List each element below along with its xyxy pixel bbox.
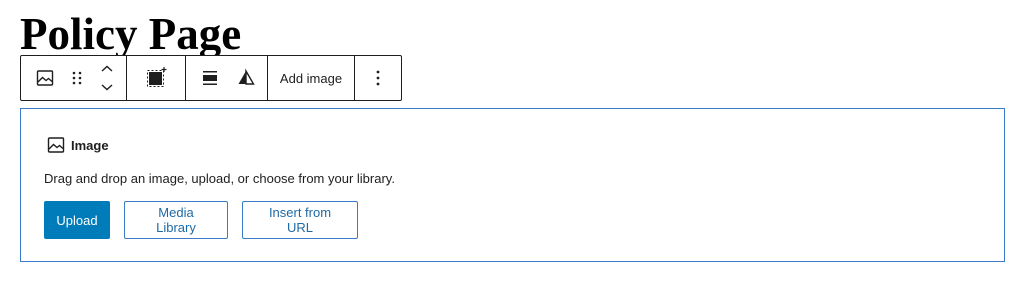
duotone-icon[interactable]	[228, 56, 264, 100]
resize-icon[interactable]	[134, 56, 178, 100]
placeholder-actions: Upload Media Library Insert from URL	[44, 201, 358, 239]
insert-from-url-button[interactable]: Insert from URL	[242, 201, 358, 239]
placeholder-label-text: Image	[71, 137, 109, 153]
media-library-button[interactable]: Media Library	[124, 201, 228, 239]
add-image-button[interactable]: Add image	[268, 56, 354, 100]
image-placeholder: Image Drag and drop an image, upload, or…	[20, 108, 1005, 262]
upload-button[interactable]: Upload	[44, 201, 110, 239]
toolbar-group-size	[127, 56, 186, 100]
drag-handle-icon[interactable]	[65, 56, 89, 100]
image-icon	[46, 135, 66, 155]
block-movers	[89, 56, 125, 100]
placeholder-label: Image	[46, 135, 109, 155]
align-center-icon[interactable]	[192, 56, 228, 100]
page-title: Policy Page	[20, 9, 242, 59]
more-vertical-icon[interactable]	[355, 56, 401, 100]
toolbar-group-block	[21, 56, 127, 100]
block-toolbar: Add image	[20, 55, 402, 101]
chevron-up-icon[interactable]	[95, 60, 119, 78]
toolbar-group-add-image: Add image	[268, 56, 355, 100]
toolbar-group-align	[186, 56, 268, 100]
toolbar-group-more	[355, 56, 401, 100]
block-type-image-icon[interactable]	[25, 56, 65, 100]
placeholder-instructions: Drag and drop an image, upload, or choos…	[44, 171, 395, 186]
chevron-down-icon[interactable]	[95, 78, 119, 96]
